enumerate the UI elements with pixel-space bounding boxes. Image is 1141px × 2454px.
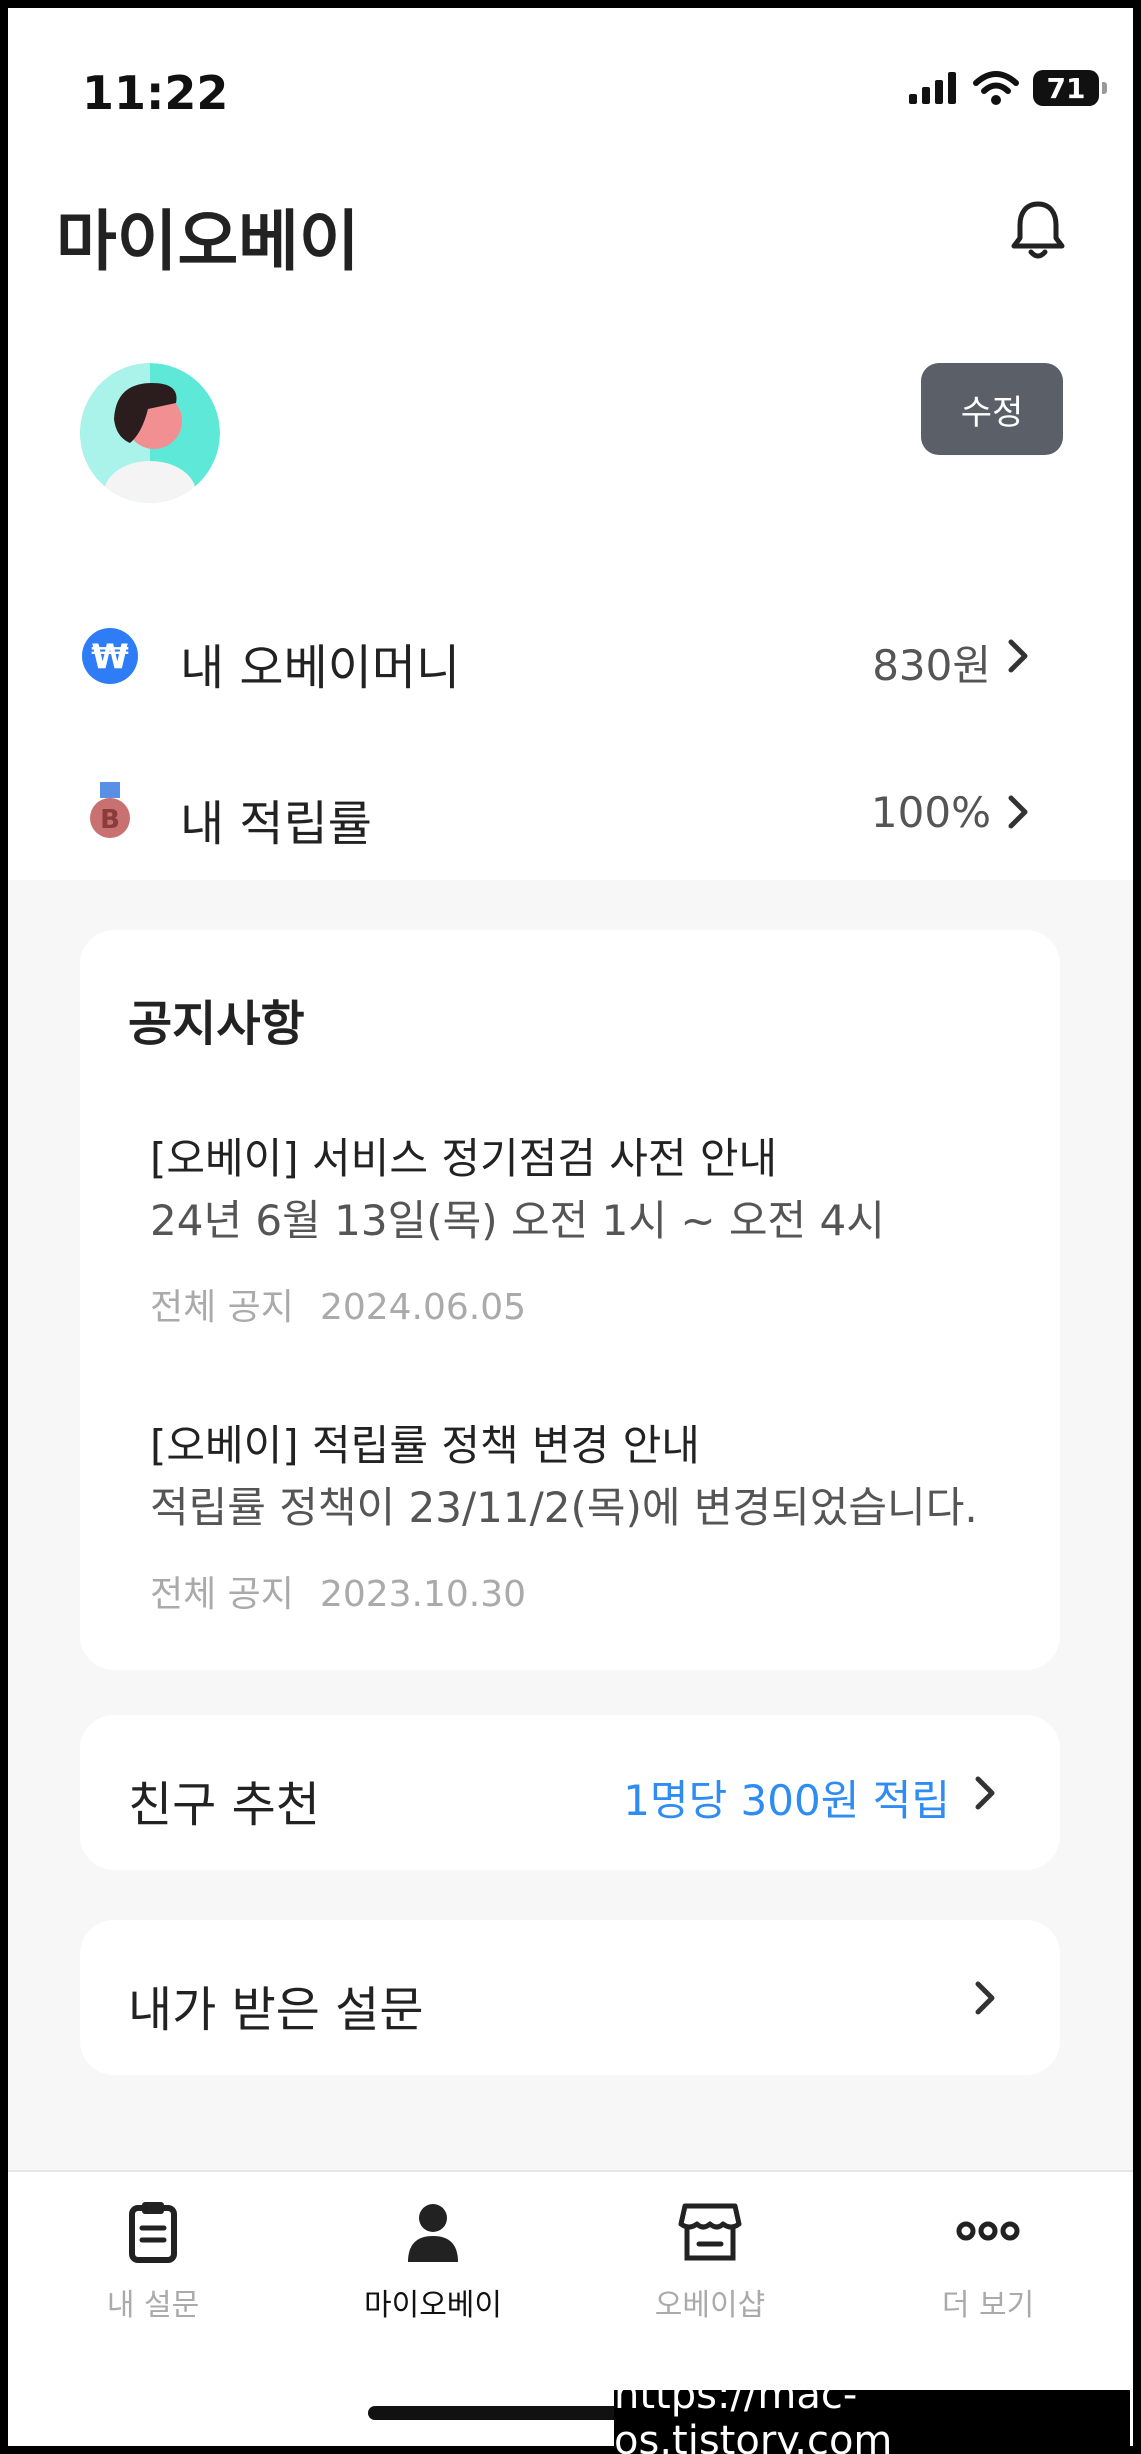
notice-card: 공지사항 [오베이] 서비스 정기점검 사전 안내 24년 6월 13일(목) … [80, 930, 1060, 1670]
more-icon [956, 2221, 1020, 2241]
tab-my-ovey[interactable]: 마이오베이 [323, 2196, 543, 2324]
notice-category: 전체 공지 [150, 1574, 294, 1615]
chevron-right-icon [1008, 795, 1028, 829]
tab-label: 더 보기 [941, 2288, 1035, 2323]
received-surveys-label: 내가 받은 설문 [128, 1982, 424, 2038]
tab-more[interactable]: 더 보기 [878, 2196, 1098, 2324]
tab-label: 내 설문 [106, 2288, 200, 2323]
notice-title: [오베이] 적립률 정책 변경 안내 [150, 1421, 700, 1470]
notice-meta: 전체 공지 2023.10.30 [150, 1565, 1030, 1617]
battery-icon: 71 [1033, 70, 1107, 106]
referral-card[interactable]: 친구 추천 1명당 300원 적립 [80, 1715, 1060, 1870]
received-surveys-card[interactable]: 내가 받은 설문 [80, 1920, 1060, 2075]
avatar-illustration [80, 363, 220, 503]
clipboard-icon [129, 2202, 177, 2263]
notice-meta: 전체 공지 2024.06.05 [150, 1278, 1030, 1330]
edit-profile-button[interactable]: 수정 [921, 363, 1063, 455]
person-icon [408, 2204, 458, 2262]
oveymoney-label: 내 오베이머니 [180, 640, 461, 696]
notice-description: 24년 6월 13일(목) 오전 1시 ~ 오전 4시 [150, 1196, 885, 1245]
notice-item[interactable]: [오베이] 서비스 정기점검 사전 안내 24년 6월 13일(목) 오전 1시… [150, 1128, 1030, 1330]
bell-icon[interactable] [1003, 196, 1073, 266]
phone-screen: 11:22 71 마이오베이 수정 ₩ 내 오베이머니 830원 B 내 적립률… [8, 8, 1133, 2446]
tab-label: 마이오베이 [364, 2288, 502, 2323]
tab-label: 오베이샵 [654, 2288, 766, 2323]
won-coin-icon: ₩ [82, 628, 138, 684]
avatar [80, 363, 220, 503]
watermark: https://mac-os.tistory.com [614, 2372, 1130, 2454]
svg-text:B: B [100, 805, 120, 835]
chevron-right-icon [975, 1776, 995, 1810]
notice-date: 2024.06.05 [319, 1287, 527, 1328]
tab-ovey-shop[interactable]: 오베이샵 [600, 2196, 820, 2324]
savings-rate-value: 100% [870, 788, 991, 837]
notice-description: 적립률 정책이 23/11/2(목)에 변경되었습니다. [150, 1483, 978, 1532]
svg-text:₩: ₩ [91, 637, 129, 677]
notice-title: [오베이] 서비스 정기점검 사전 안내 [150, 1134, 778, 1183]
cellular-signal-icon [909, 72, 956, 104]
notice-item[interactable]: [오베이] 적립률 정책 변경 안내 적립률 정책이 23/11/2(목)에 변… [150, 1415, 1030, 1617]
referral-label: 친구 추천 [128, 1777, 320, 1833]
notice-heading: 공지사항 [128, 996, 305, 1052]
savings-rate-label: 내 적립률 [180, 796, 372, 852]
oveymoney-value: 830원 [872, 641, 991, 690]
medal-icon: B [90, 782, 130, 838]
status-icons: 71 [909, 70, 1107, 106]
content-area: 공지사항 [오베이] 서비스 정기점검 사전 안내 24년 6월 13일(목) … [8, 880, 1133, 2170]
tab-my-surveys[interactable]: 내 설문 [43, 2196, 263, 2324]
wifi-icon [973, 71, 1019, 105]
chevron-right-icon [975, 1981, 995, 2015]
store-icon [678, 2203, 742, 2261]
oveymoney-row[interactable]: ₩ 내 오베이머니 830원 [8, 596, 1133, 716]
chevron-right-icon [1008, 639, 1028, 673]
savings-rate-row[interactable]: B 내 적립률 100% [8, 752, 1133, 872]
page-title: 마이오베이 [56, 203, 360, 280]
notice-date: 2023.10.30 [319, 1574, 527, 1615]
status-bar: 11:22 71 [8, 8, 1133, 178]
status-time: 11:22 [82, 66, 229, 120]
referral-reward: 1명당 300원 적립 [623, 1776, 950, 1825]
notice-category: 전체 공지 [150, 1287, 294, 1328]
